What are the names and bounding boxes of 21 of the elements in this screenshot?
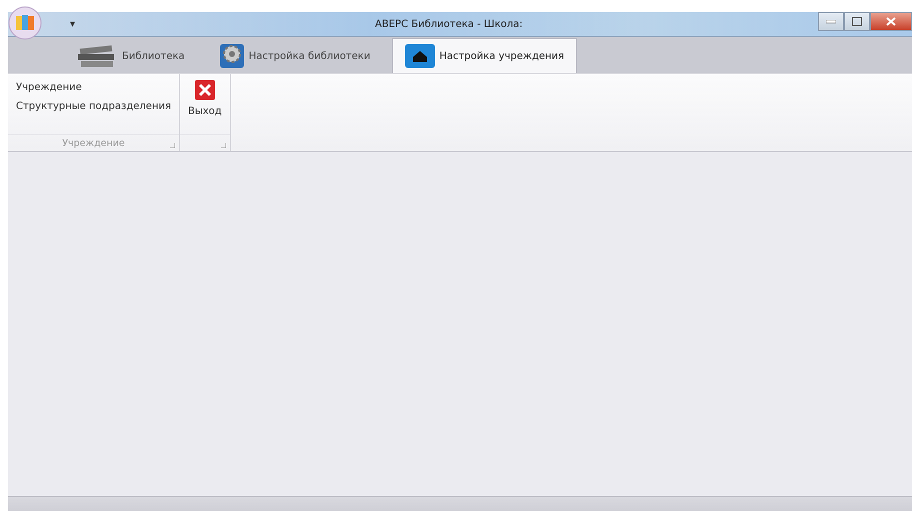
ribbon-tab[interactable]: Библиотека	[64, 39, 197, 73]
close-icon	[194, 80, 215, 100]
window-title: АВЕРС Библиотека - Школа:	[375, 18, 523, 30]
minimize-button[interactable]	[818, 12, 844, 31]
exit-button[interactable]: Выход	[184, 78, 226, 119]
gear-icon	[218, 43, 245, 69]
ribbon-button[interactable]: Структурные подразделения	[12, 97, 175, 116]
quick-access-dropdown[interactable]: ▾	[70, 18, 76, 30]
dialog-launcher-icon[interactable]	[220, 143, 226, 148]
ribbon-tab[interactable]: Настройка библиотеки	[206, 39, 382, 73]
maximize-button[interactable]	[844, 12, 870, 31]
dialog-launcher-icon[interactable]	[170, 143, 175, 148]
group-label: Учреждение	[62, 138, 125, 148]
minimize-icon	[826, 20, 836, 24]
close-button[interactable]	[870, 12, 912, 31]
close-icon	[886, 17, 896, 26]
maximize-icon	[852, 17, 862, 26]
app-logo-icon[interactable]	[8, 6, 42, 40]
ribbon-button[interactable]: Учреждение	[12, 78, 86, 97]
ribbon-tab[interactable]: Настройка учреждения	[392, 38, 578, 73]
house-icon	[405, 44, 436, 68]
